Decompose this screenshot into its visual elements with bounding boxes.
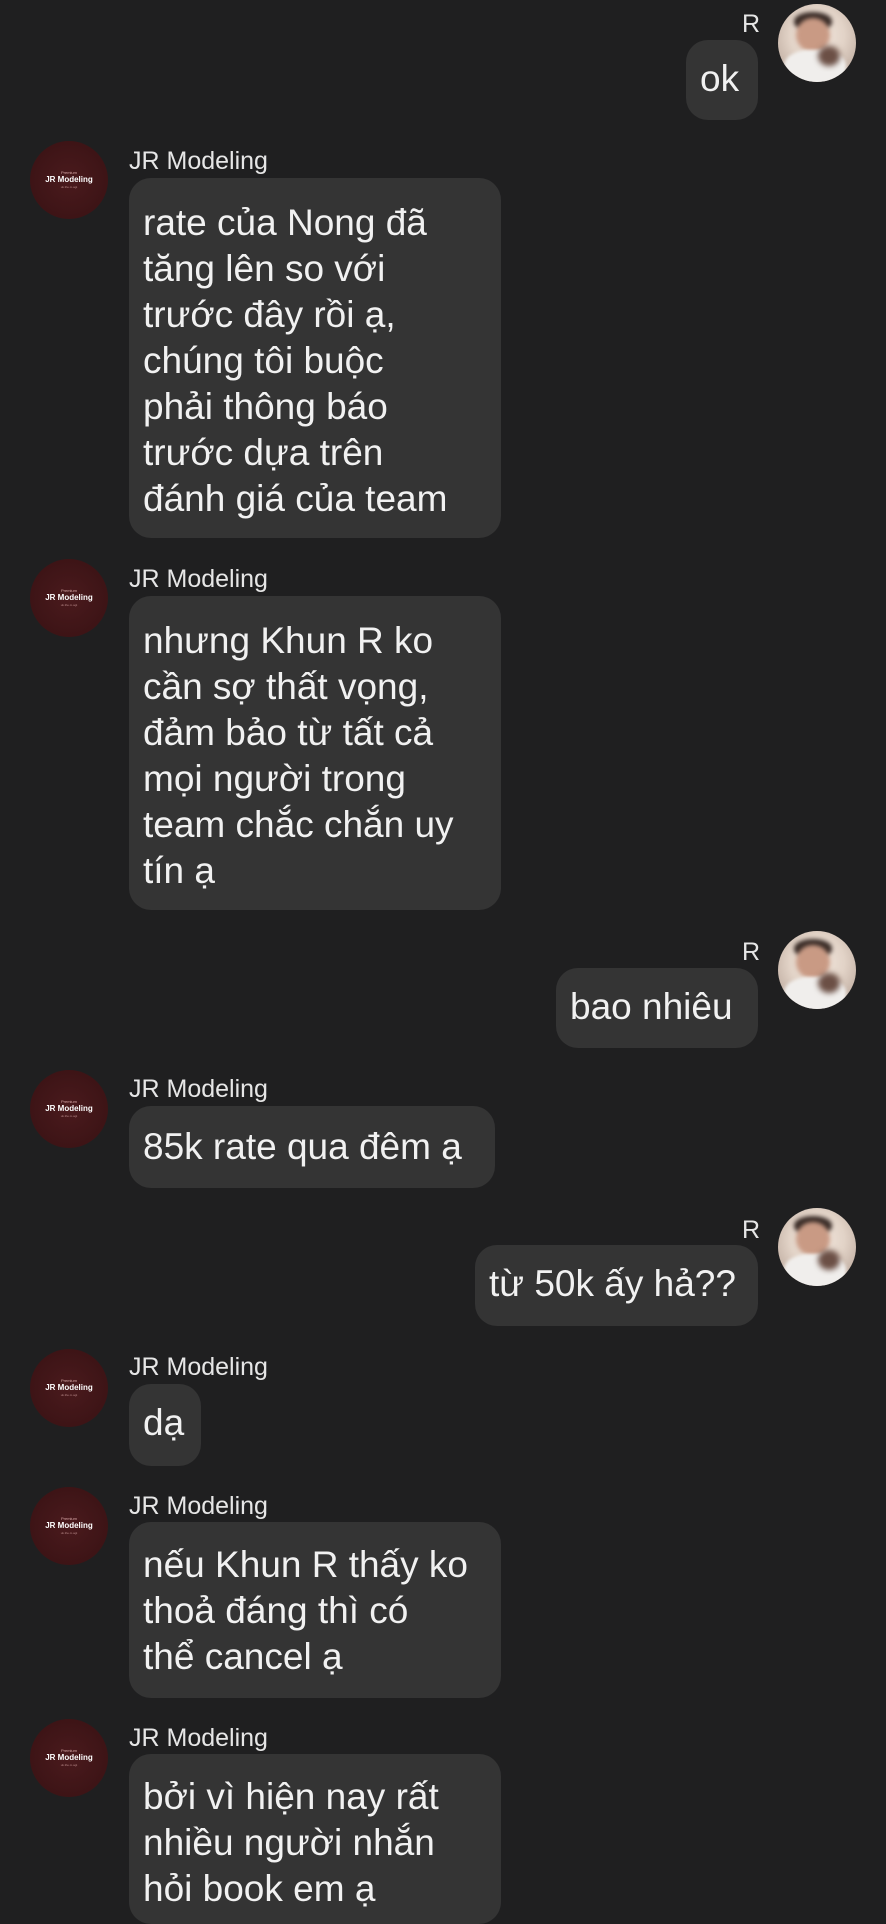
sender-name-contact: JR Modeling (129, 1492, 268, 1520)
sender-name-me: R (742, 1216, 761, 1244)
contact-avatar[interactable]: Premium JR Modeling uk.the.m.agt (30, 559, 108, 637)
message-bubble-received[interactable]: 85k rate qua đêm ạ (129, 1106, 495, 1188)
avatar-brand: JR Modeling (45, 593, 93, 602)
message-bubble-received[interactable]: rate của Nong đã tăng lên so với trước đ… (129, 178, 501, 538)
contact-avatar[interactable]: Premium JR Modeling uk.the.m.agt (30, 1070, 108, 1148)
avatar-brand: JR Modeling (45, 175, 93, 184)
avatar-brand: JR Modeling (45, 1383, 93, 1392)
sender-name-contact: JR Modeling (129, 1353, 268, 1381)
contact-avatar[interactable]: Premium JR Modeling uk.the.m.agt (30, 1487, 108, 1565)
sender-name-me: R (742, 10, 761, 38)
message-bubble-sent[interactable]: từ 50k ấy hả?? (475, 1245, 758, 1326)
avatar-subtext: uk.the.m.agt (60, 1531, 78, 1535)
my-avatar[interactable] (778, 931, 856, 1009)
sender-name-contact: JR Modeling (129, 147, 268, 175)
avatar-brand: JR Modeling (45, 1753, 93, 1762)
sender-name-me: R (742, 938, 761, 966)
message-bubble-received[interactable]: bởi vì hiện nay rất nhiều người nhắn hỏi… (129, 1754, 501, 1924)
contact-avatar[interactable]: Premium JR Modeling uk.the.m.agt (30, 1349, 108, 1427)
message-bubble-received[interactable]: nhưng Khun R ko cần sợ thất vọng, đảm bả… (129, 596, 501, 910)
my-avatar[interactable] (778, 4, 856, 82)
avatar-subtext: uk.the.m.agt (60, 1114, 78, 1118)
avatar-brand: JR Modeling (45, 1104, 93, 1113)
message-bubble-received[interactable]: dạ (129, 1384, 201, 1466)
message-bubble-sent[interactable]: ok (686, 40, 758, 120)
sender-name-contact: JR Modeling (129, 1724, 268, 1752)
avatar-subtext: uk.the.m.agt (60, 185, 78, 189)
sender-name-contact: JR Modeling (129, 565, 268, 593)
message-bubble-sent[interactable]: bao nhiêu (556, 968, 758, 1048)
avatar-brand: JR Modeling (45, 1521, 93, 1530)
avatar-subtext: uk.the.m.agt (60, 603, 78, 607)
avatar-subtext: uk.the.m.agt (60, 1763, 78, 1767)
avatar-subtext: uk.the.m.agt (60, 1393, 78, 1397)
my-avatar[interactable] (778, 1208, 856, 1286)
message-bubble-received[interactable]: nếu Khun R thấy ko thoả đáng thì có thể … (129, 1522, 501, 1698)
sender-name-contact: JR Modeling (129, 1075, 268, 1103)
contact-avatar[interactable]: Premium JR Modeling uk.the.m.agt (30, 1719, 108, 1797)
contact-avatar[interactable]: Premium JR Modeling uk.the.m.agt (30, 141, 108, 219)
